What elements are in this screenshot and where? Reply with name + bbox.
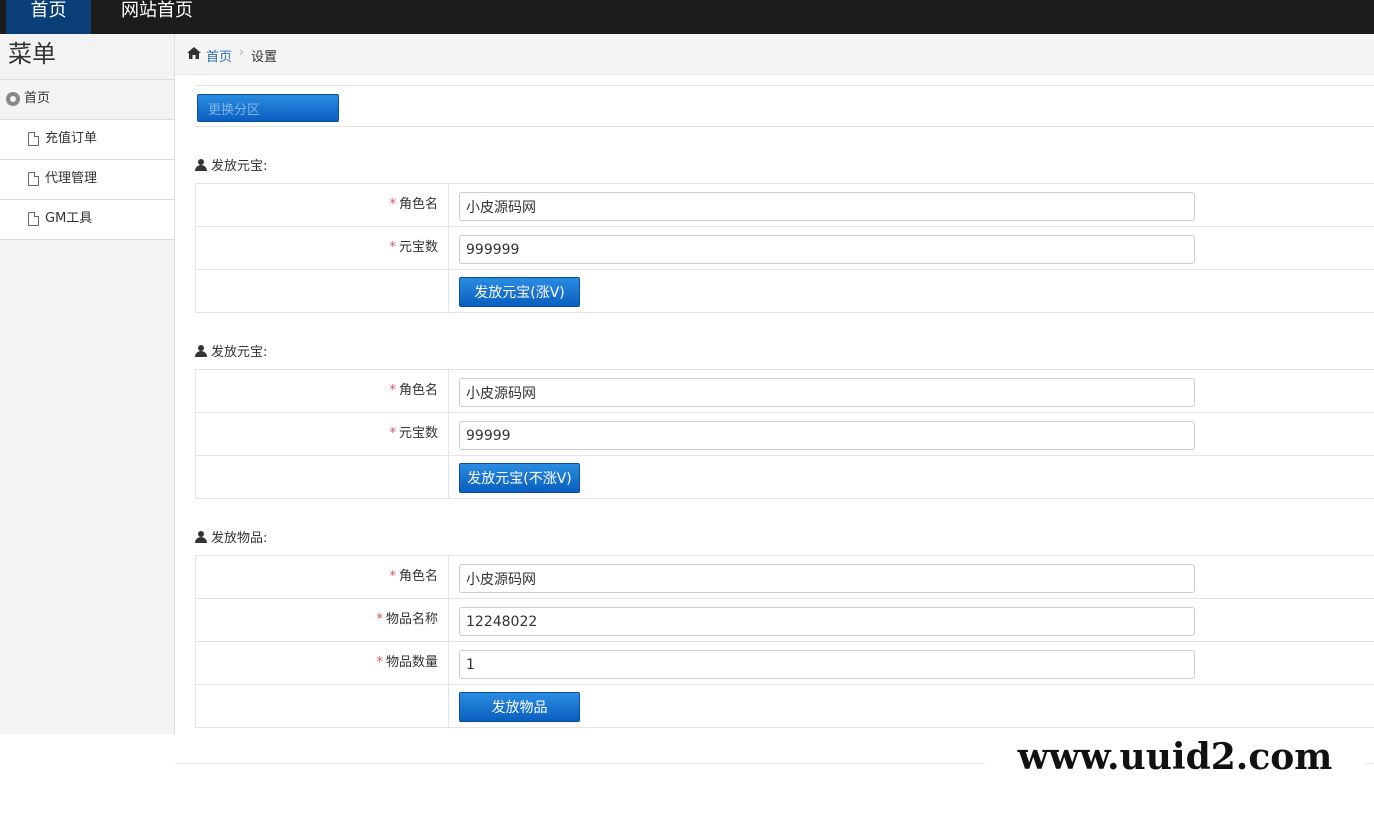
sidebar-item-label: 首页 (24, 91, 51, 106)
field-label-text: 物品名称 (385, 612, 438, 627)
form-row: * 物品数量 (195, 642, 1374, 685)
sidebar-item-label: 代理管理 (45, 171, 98, 186)
breadcrumb-current: 设置 (251, 50, 278, 65)
required-mark: * (389, 197, 396, 212)
section-title-text: 发放元宝: (211, 159, 268, 174)
form-row: * 元宝数 (195, 413, 1374, 456)
sidebar-item-label: GM工具 (45, 211, 93, 226)
form-row: 发放元宝(不涨V) (195, 456, 1374, 499)
sidebar-title: 菜单 (0, 34, 174, 80)
sidebar-item-agent-management[interactable]: 代理管理 (0, 160, 174, 200)
field-label-text: 角色名 (398, 569, 438, 584)
breadcrumb-home-link[interactable]: 首页 (206, 46, 232, 65)
breadcrumb: 首页 › 设置 (175, 34, 1374, 75)
tab-website-home[interactable]: 网站首页 (121, 0, 193, 34)
field-label-empty (196, 270, 449, 312)
field-label-text: 元宝数 (398, 426, 438, 441)
document-icon (28, 132, 39, 146)
field-label-text: 元宝数 (398, 240, 438, 255)
field-label-text: 角色名 (398, 197, 438, 212)
required-mark: * (389, 569, 396, 584)
ingot-amount-input[interactable] (459, 421, 1195, 450)
field-label: * 角色名 (196, 556, 449, 598)
issue-item-button[interactable]: 发放物品 (459, 692, 580, 722)
section-title-items: 发放物品: (195, 527, 267, 546)
field-label-text: 物品数量 (385, 655, 438, 670)
section-title-text: 发放元宝: (211, 345, 268, 360)
form-items: *角色名 *物品名称 *物品数量 发放物品 (195, 555, 1374, 728)
required-mark: * (389, 383, 396, 398)
required-mark: * (389, 240, 396, 255)
sidebar-item-gm-tools[interactable]: GM工具 (0, 200, 174, 240)
form-ingot-vip: *角色名 *元宝数 发放元宝(涨V) (195, 183, 1374, 313)
section-title-ingot-vip: 发放元宝: (195, 155, 267, 174)
issue-ingot-vip-button[interactable]: 发放元宝(涨V) (459, 277, 580, 307)
switch-zone-button[interactable]: 更换分区 (197, 94, 339, 122)
required-mark: * (376, 612, 383, 627)
user-icon (195, 345, 207, 357)
field-label: * 元宝数 (196, 413, 449, 455)
item-name-input[interactable] (459, 607, 1195, 636)
role-name-input[interactable] (459, 192, 1195, 221)
field-label: * 物品数量 (196, 642, 449, 684)
document-icon (28, 172, 39, 186)
ingot-amount-input[interactable] (459, 235, 1195, 264)
item-quantity-input[interactable] (459, 650, 1195, 679)
required-mark: * (389, 426, 396, 441)
breadcrumb-separator: › (239, 45, 244, 59)
sidebar-item-label: 充值订单 (45, 131, 98, 146)
form-row: * 元宝数 (195, 227, 1374, 270)
toolbar: 更换分区 (195, 85, 1374, 127)
form-row: * 角色名 (195, 184, 1374, 227)
role-name-input[interactable] (459, 564, 1195, 593)
required-mark: * (376, 655, 383, 670)
form-row: * 角色名 (195, 370, 1374, 413)
top-nav-bar: 首页 网站首页 (0, 0, 1374, 34)
form-row: 发放元宝(涨V) (195, 270, 1374, 313)
field-label-text: 角色名 (398, 383, 438, 398)
field-label-empty (196, 685, 449, 727)
sidebar-item-recharge-orders[interactable]: 充值订单 (0, 120, 174, 160)
form-row: 发放物品 (195, 685, 1374, 728)
tab-home[interactable]: 首页 (6, 0, 91, 34)
form-row: * 物品名称 (195, 599, 1374, 642)
gear-icon (6, 92, 20, 106)
field-label-empty (196, 456, 449, 498)
watermark: www.uuid2.com (985, 728, 1365, 788)
field-label: * 角色名 (196, 370, 449, 412)
field-label: * 物品名称 (196, 599, 449, 641)
form-ingot-no-vip: *角色名 *元宝数 发放元宝(不涨V) (195, 369, 1374, 499)
user-icon (195, 159, 207, 171)
form-row: * 角色名 (195, 556, 1374, 599)
user-icon (195, 531, 207, 543)
section-title-text: 发放物品: (211, 531, 268, 546)
issue-ingot-no-vip-button[interactable]: 发放元宝(不涨V) (459, 463, 580, 493)
sidebar-item-home[interactable]: 首页 (0, 80, 174, 120)
field-label: * 角色名 (196, 184, 449, 226)
sidebar: 菜单 首页 充值订单 代理管理 GM工具 (0, 34, 175, 734)
role-name-input[interactable] (459, 378, 1195, 407)
field-label: * 元宝数 (196, 227, 449, 269)
section-title-ingot-no-vip: 发放元宝: (195, 341, 267, 360)
document-icon (28, 212, 39, 226)
home-icon (187, 47, 201, 59)
